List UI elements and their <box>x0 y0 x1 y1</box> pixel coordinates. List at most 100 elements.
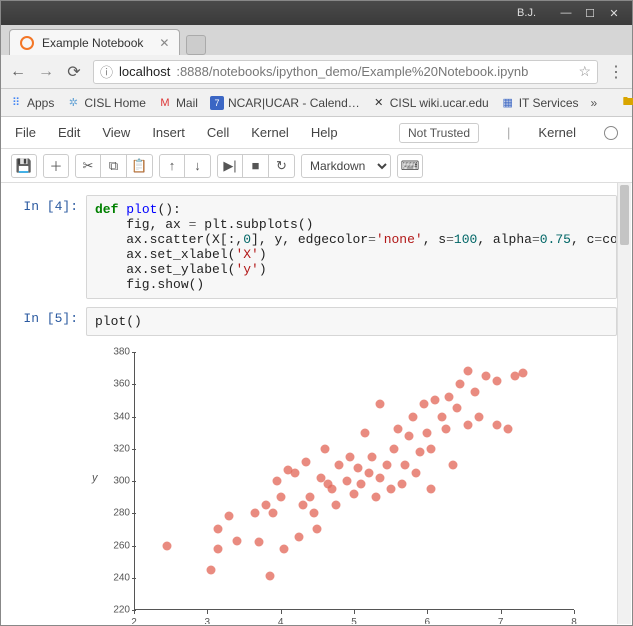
cell-type-select[interactable]: Markdown <box>301 154 391 178</box>
plus-icon: ＋ <box>49 156 62 175</box>
browser-addressbar: ← → ⟳ ⓘ localhost:8888/notebooks/ipython… <box>1 55 632 89</box>
interrupt-button[interactable]: ■ <box>243 154 269 178</box>
data-point <box>386 485 395 494</box>
bookmark-cisl-home[interactable]: ✲CISL Home <box>66 96 146 110</box>
tab-close-button[interactable]: ✕ <box>159 36 169 50</box>
code-cell[interactable]: In [5]: plot() <box>16 307 617 336</box>
x-tick-label: 2 <box>131 617 137 624</box>
bookmark-apps[interactable]: ⠿Apps <box>9 96 54 110</box>
menu-file[interactable]: File <box>15 125 36 140</box>
it-services-icon: ▦ <box>501 96 515 110</box>
bookmark-star-icon[interactable]: ☆ <box>578 63 591 80</box>
window-titlebar: B.J. — ☐ ✕ <box>1 1 632 25</box>
arrow-down-icon: ↓ <box>194 158 201 173</box>
paste-button[interactable]: 📋 <box>127 154 153 178</box>
input-prompt: In [4]: <box>16 195 86 299</box>
separator: | <box>507 125 510 140</box>
data-point <box>280 544 289 553</box>
y-tick-label: 320 <box>86 443 130 454</box>
menu-help[interactable]: Help <box>311 125 338 140</box>
data-point <box>456 380 465 389</box>
trust-button[interactable]: Not Trusted <box>399 123 479 143</box>
move-down-button[interactable]: ↓ <box>185 154 211 178</box>
code-input[interactable]: def plot(): fig, ax = plt.subplots() ax.… <box>86 195 617 299</box>
browser-menu-button[interactable]: ⋮ <box>608 62 624 82</box>
data-point <box>445 393 454 402</box>
data-point <box>518 368 527 377</box>
data-point <box>232 536 241 545</box>
data-point <box>306 493 315 502</box>
data-point <box>265 572 274 581</box>
menu-insert[interactable]: Insert <box>152 125 185 140</box>
forward-button[interactable]: → <box>37 63 55 81</box>
data-point <box>298 501 307 510</box>
data-point <box>441 425 450 434</box>
notebook-menubar: File Edit View Insert Cell Kernel Help N… <box>1 117 632 149</box>
other-bookmarks[interactable]: 🖿Other bookmarks <box>621 96 633 110</box>
jupyter-favicon-icon <box>20 36 34 50</box>
window-close-button[interactable]: ✕ <box>602 7 626 20</box>
apps-icon: ⠿ <box>9 96 23 110</box>
data-point <box>408 412 417 421</box>
window-minimize-button[interactable]: — <box>554 7 578 19</box>
x-tick-label: 7 <box>498 617 504 624</box>
data-point <box>163 541 172 550</box>
data-point <box>474 412 483 421</box>
menu-cell[interactable]: Cell <box>207 125 229 140</box>
bookmark-cisl-wiki[interactable]: ✕CISL wiki.ucar.edu <box>372 96 489 110</box>
data-point <box>390 444 399 453</box>
cut-button[interactable]: ✂ <box>75 154 101 178</box>
menu-edit[interactable]: Edit <box>58 125 80 140</box>
x-tick-label: 4 <box>278 617 284 624</box>
data-point <box>463 420 472 429</box>
run-button[interactable]: ▶| <box>217 154 243 178</box>
keyboard-icon: ⌨ <box>401 158 420 174</box>
data-point <box>291 468 300 477</box>
vertical-scrollbar[interactable] <box>617 183 631 624</box>
browser-tab[interactable]: Example Notebook ✕ <box>9 29 180 55</box>
data-point <box>342 477 351 486</box>
data-point <box>309 509 318 518</box>
reload-button[interactable]: ⟳ <box>65 62 83 82</box>
calendar-icon: 7 <box>210 96 224 110</box>
data-point <box>427 444 436 453</box>
bookmark-mail[interactable]: MMail <box>158 96 198 110</box>
notebook-content[interactable]: In [4]: def plot(): fig, ax = plt.subplo… <box>2 183 631 624</box>
stop-icon: ■ <box>252 158 260 173</box>
data-point <box>419 399 428 408</box>
site-info-icon[interactable]: ⓘ <box>100 62 113 81</box>
url-input[interactable]: ⓘ localhost:8888/notebooks/ipython_demo/… <box>93 60 598 84</box>
code-cell[interactable]: In [4]: def plot(): fig, ax = plt.subplo… <box>16 195 617 299</box>
user-label: B.J. <box>517 7 536 19</box>
move-up-button[interactable]: ↑ <box>159 154 185 178</box>
bookmarks-bar: ⠿Apps ✲CISL Home MMail 7NCAR|UCAR - Cale… <box>1 89 632 117</box>
bookmark-ncar-ucar[interactable]: 7NCAR|UCAR - Calend… <box>210 96 360 110</box>
save-button[interactable]: 💾 <box>11 154 37 178</box>
scrollbar-thumb[interactable] <box>620 185 629 245</box>
data-point <box>482 372 491 381</box>
new-tab-button[interactable] <box>186 35 206 55</box>
y-tick-label: 360 <box>86 379 130 390</box>
code-input[interactable]: plot() <box>86 307 617 336</box>
window-maximize-button[interactable]: ☐ <box>578 7 602 20</box>
data-point <box>394 425 403 434</box>
data-point <box>269 509 278 518</box>
back-button[interactable]: ← <box>9 63 27 81</box>
menu-kernel[interactable]: Kernel <box>251 125 289 140</box>
insert-cell-button[interactable]: ＋ <box>43 154 69 178</box>
data-point <box>504 425 513 434</box>
data-point <box>350 489 359 498</box>
bookmark-it-services[interactable]: ▦IT Services <box>501 96 579 110</box>
restart-button[interactable]: ↻ <box>269 154 295 178</box>
data-point <box>346 452 355 461</box>
bookmarks-overflow[interactable]: » <box>591 96 598 110</box>
copy-button[interactable]: ⧉ <box>101 154 127 178</box>
data-point <box>368 452 377 461</box>
data-point <box>375 399 384 408</box>
data-point <box>361 428 370 437</box>
menu-view[interactable]: View <box>102 125 130 140</box>
data-point <box>452 404 461 413</box>
data-point <box>383 460 392 469</box>
data-point <box>493 377 502 386</box>
command-palette-button[interactable]: ⌨ <box>397 154 423 178</box>
